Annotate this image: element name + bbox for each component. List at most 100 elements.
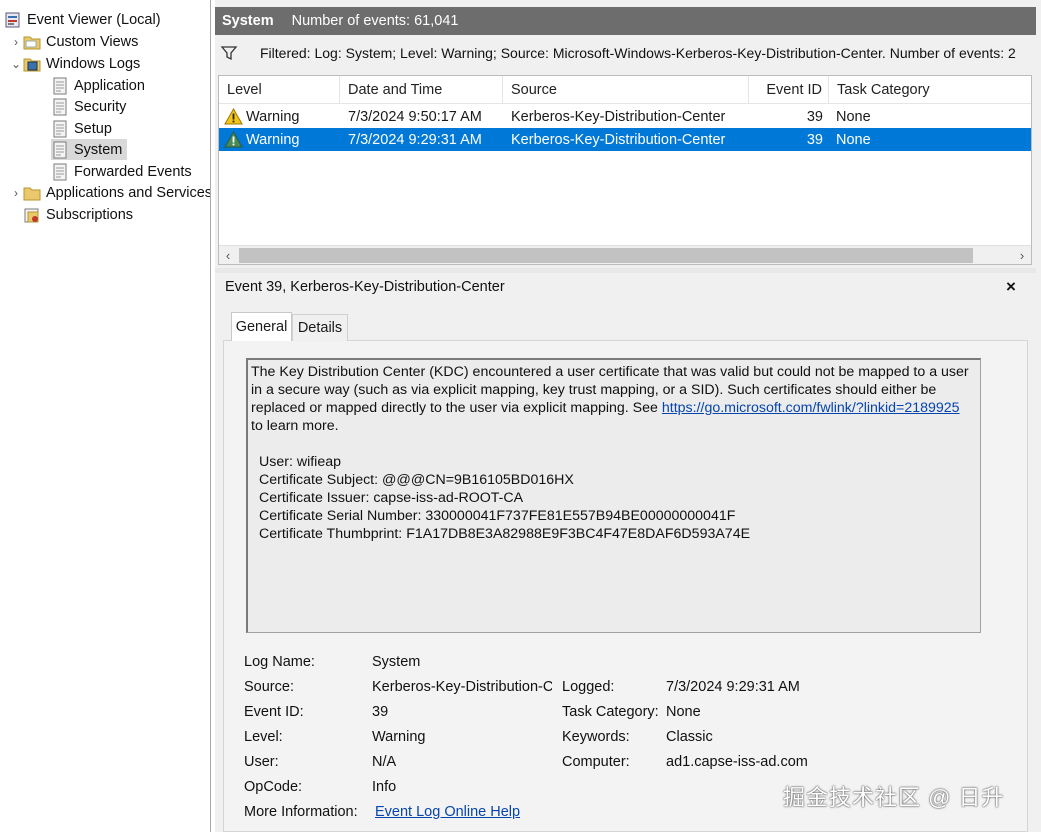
filter-description: Filtered: Log: System; Level: Warning; S… bbox=[260, 45, 1016, 61]
event-count: Number of events: 61,041 bbox=[291, 13, 459, 29]
table-header: Level Date and Time Source Event ID Task… bbox=[219, 76, 1031, 104]
cell-date-time: 7/3/2024 9:29:31 AM bbox=[348, 131, 482, 148]
navigation-tree: Event Viewer (Local) › Custom Views ⌄ Wi… bbox=[0, 0, 211, 832]
filter-bar: Filtered: Log: System; Level: Warning; S… bbox=[215, 38, 1036, 68]
computer-label: Computer: bbox=[562, 754, 630, 770]
log-icon bbox=[51, 77, 69, 95]
folder-icon bbox=[23, 184, 41, 202]
tree-label: Setup bbox=[74, 120, 112, 137]
chevron-right-icon[interactable]: › bbox=[9, 31, 23, 52]
event-detail-title: Event 39, Kerberos-Key-Distribution-Cent… bbox=[225, 279, 505, 295]
keywords-value: Classic bbox=[666, 729, 713, 745]
tree-item-setup[interactable]: Setup bbox=[51, 118, 112, 139]
column-header-level[interactable]: Level bbox=[219, 76, 340, 104]
tree-label: Security bbox=[74, 98, 127, 115]
events-table: Level Date and Time Source Event ID Task… bbox=[218, 75, 1032, 265]
cell-source: Kerberos-Key-Distribution-Center bbox=[511, 131, 726, 148]
tab-general[interactable]: General bbox=[231, 312, 292, 341]
tree-item-applications-and-services[interactable]: › Applications and Services Lo bbox=[9, 182, 211, 203]
close-icon[interactable]: × bbox=[1001, 276, 1021, 298]
horizontal-scrollbar[interactable]: ‹ › bbox=[219, 245, 1031, 264]
subscriptions-icon bbox=[23, 206, 41, 224]
description-user: User: wifieap bbox=[259, 454, 342, 470]
event-id-label: Event ID: bbox=[244, 704, 304, 720]
fwlink-link[interactable]: https://go.microsoft.com/fwlink/?linkid=… bbox=[662, 400, 960, 416]
cell-task-category: None bbox=[836, 131, 871, 148]
watermark: 掘金技术社区 @ 日升 bbox=[783, 785, 1005, 810]
more-information-label: More Information: bbox=[244, 804, 358, 820]
level-text: Warning bbox=[246, 131, 300, 148]
source-value: Kerberos-Key-Distribution-C bbox=[372, 679, 552, 695]
table-row[interactable]: Warning 7/3/2024 9:50:17 AM Kerberos-Key… bbox=[219, 105, 1031, 128]
tree-label: System bbox=[74, 141, 123, 158]
column-header-source[interactable]: Source bbox=[503, 76, 749, 104]
main-pane: System Number of events: 61,041 Filtered… bbox=[215, 0, 1041, 832]
table-row-selected[interactable]: Warning 7/3/2024 9:29:31 AM Kerberos-Key… bbox=[219, 128, 1031, 151]
cell-level: Warning bbox=[224, 105, 340, 128]
column-header-event-id[interactable]: Event ID bbox=[749, 76, 829, 104]
tree-label: Applications and Services Lo bbox=[46, 184, 211, 201]
log-name-value: System bbox=[372, 654, 421, 670]
scroll-left-icon[interactable]: ‹ bbox=[219, 246, 237, 264]
level-label: Level: bbox=[244, 729, 283, 745]
user-label: User: bbox=[244, 754, 279, 770]
folder-icon bbox=[23, 33, 41, 51]
description-text: The Key Distribution Center (KDC) encoun… bbox=[251, 363, 977, 417]
tree-label: Subscriptions bbox=[46, 206, 134, 223]
folder-icon bbox=[23, 55, 41, 73]
pane-splitter[interactable] bbox=[215, 268, 1036, 273]
column-header-date-time[interactable]: Date and Time bbox=[340, 76, 503, 104]
log-title: System bbox=[222, 13, 274, 29]
description-cert-thumbprint: Certificate Thumbprint: F1A17DB8E3A82988… bbox=[259, 526, 751, 542]
log-icon bbox=[51, 163, 69, 181]
warning-icon bbox=[224, 108, 243, 125]
cell-level: Warning bbox=[224, 128, 340, 151]
cell-task-category: None bbox=[836, 108, 871, 125]
chevron-right-icon[interactable]: › bbox=[9, 182, 23, 203]
log-name-label: Log Name: bbox=[244, 654, 315, 670]
tree-label: Custom Views bbox=[46, 33, 139, 50]
tree-item-application[interactable]: Application bbox=[51, 75, 145, 96]
tree-label: Windows Logs bbox=[46, 55, 141, 72]
task-category-value: None bbox=[666, 704, 701, 720]
tab-details[interactable]: Details bbox=[292, 314, 348, 341]
tree-label: Forwarded Events bbox=[74, 163, 192, 180]
level-text: Warning bbox=[246, 108, 300, 125]
scroll-right-icon[interactable]: › bbox=[1013, 246, 1031, 264]
description-cert-subject: Certificate Subject: @@@CN=9B16105BD016H… bbox=[259, 472, 574, 488]
tree-item-event-viewer-local[interactable]: Event Viewer (Local) bbox=[4, 9, 161, 30]
description-cert-issuer: Certificate Issuer: capse-iss-ad-ROOT-CA bbox=[259, 490, 524, 506]
tree-item-forwarded-events[interactable]: Forwarded Events bbox=[51, 161, 192, 182]
cell-event-id: 39 bbox=[806, 108, 823, 125]
user-value: N/A bbox=[372, 754, 397, 770]
cell-event-id: 39 bbox=[806, 131, 823, 148]
tree-item-windows-logs[interactable]: ⌄ Windows Logs bbox=[9, 53, 140, 74]
column-header-task-category[interactable]: Task Category bbox=[829, 76, 1031, 104]
warning-icon bbox=[224, 131, 243, 148]
chevron-down-icon[interactable]: ⌄ bbox=[9, 53, 23, 74]
cell-source: Kerberos-Key-Distribution-Center bbox=[511, 108, 726, 125]
scrollbar-thumb[interactable] bbox=[239, 248, 973, 263]
event-id-value: 39 bbox=[372, 704, 389, 720]
source-label: Source: bbox=[244, 679, 294, 695]
tree-item-subscriptions[interactable]: Subscriptions bbox=[23, 204, 133, 225]
logged-value: 7/3/2024 9:29:31 AM bbox=[666, 679, 800, 695]
log-icon bbox=[51, 98, 69, 116]
keywords-label: Keywords: bbox=[562, 729, 630, 745]
log-icon bbox=[51, 120, 69, 138]
tree-item-system[interactable]: System bbox=[51, 139, 127, 160]
description-cert-serial: Certificate Serial Number: 330000041F737… bbox=[259, 508, 736, 524]
event-log-online-help-link[interactable]: Event Log Online Help bbox=[375, 804, 520, 820]
log-header-bar: System Number of events: 61,041 bbox=[215, 7, 1036, 35]
opcode-value: Info bbox=[372, 779, 397, 795]
computer-value: ad1.capse-iss-ad.com bbox=[666, 754, 808, 770]
logged-label: Logged: bbox=[562, 679, 615, 695]
task-category-label: Task Category: bbox=[562, 704, 659, 720]
tree-label: Application bbox=[74, 77, 145, 94]
tree-item-security[interactable]: Security bbox=[51, 96, 126, 117]
event-description[interactable]: The Key Distribution Center (KDC) encoun… bbox=[246, 358, 981, 633]
opcode-label: OpCode: bbox=[244, 779, 303, 795]
filter-icon bbox=[215, 45, 243, 61]
description-learn-more: to learn more. bbox=[251, 418, 339, 434]
tree-item-custom-views[interactable]: › Custom Views bbox=[9, 31, 138, 52]
